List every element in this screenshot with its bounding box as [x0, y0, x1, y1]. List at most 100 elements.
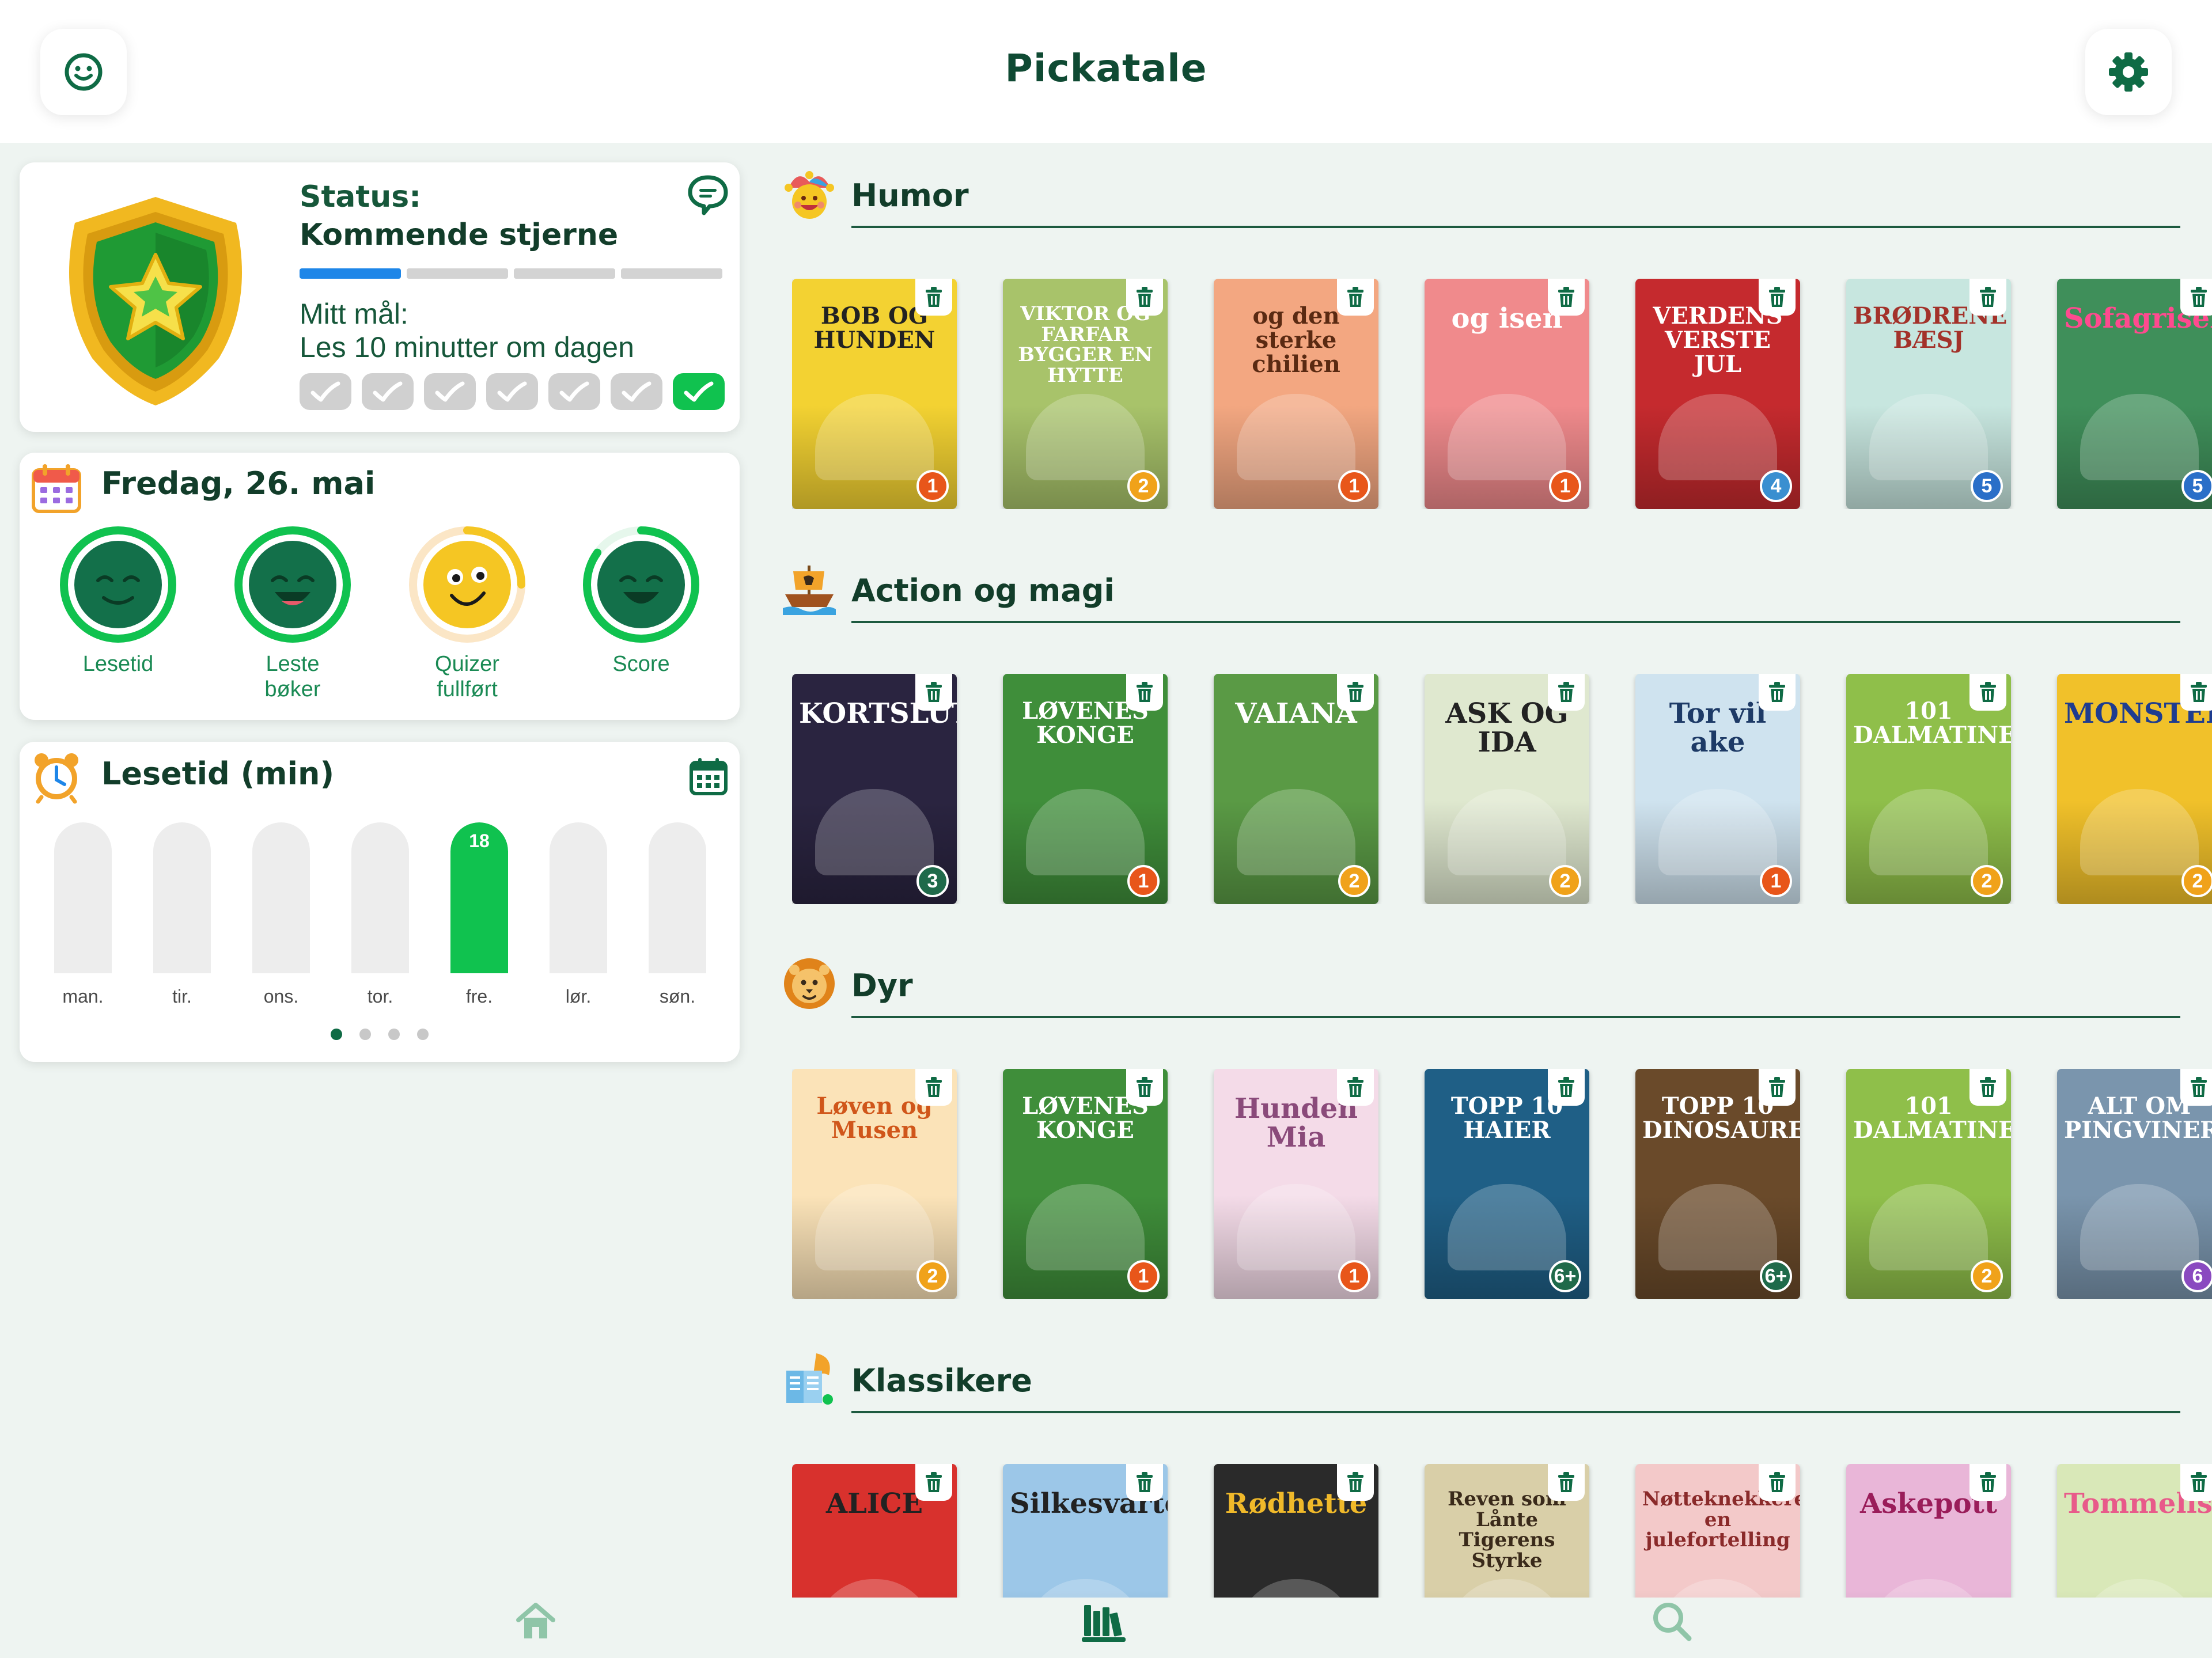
- progress-segment: [621, 268, 722, 279]
- cover-illustration: [815, 394, 934, 480]
- remove-book-button[interactable]: [1759, 674, 1796, 711]
- book-title: VIKTOR OG FARFAR BYGGER EN HYTTE: [1018, 302, 1153, 388]
- level-badge: 1: [916, 470, 949, 502]
- section-icon: [781, 165, 838, 222]
- book-cover[interactable]: TOPP 10 DINOSAURER6+: [1635, 1069, 1800, 1299]
- pagination-dot[interactable]: [359, 1029, 371, 1040]
- star-shield-badge-icon: [69, 197, 242, 405]
- remove-book-button[interactable]: [1126, 279, 1163, 316]
- day-stat-ring[interactable]: [581, 524, 702, 645]
- feedback-icon[interactable]: [687, 174, 729, 217]
- remove-book-button[interactable]: [1759, 1069, 1796, 1106]
- goal-day-check: [548, 373, 600, 410]
- bar-track: [351, 822, 409, 973]
- remove-book-button[interactable]: [915, 674, 952, 711]
- remove-book-button[interactable]: [915, 1069, 952, 1106]
- cover-illustration: [1026, 394, 1145, 480]
- cover-illustration: [2080, 394, 2199, 480]
- remove-book-button[interactable]: [2180, 279, 2212, 316]
- pagination-dot[interactable]: [388, 1029, 400, 1040]
- trash-icon: [2191, 287, 2207, 307]
- book-cover[interactable]: Hunden Mia 1: [1214, 1069, 1378, 1299]
- day-stat-label-line: fullført: [437, 677, 498, 701]
- section-title: Action og magi: [851, 572, 1115, 609]
- book-cover[interactable]: ALT OM PINGVINER 6: [2057, 1069, 2212, 1299]
- remove-book-button[interactable]: [1126, 1464, 1163, 1501]
- day-stat-ring[interactable]: [232, 524, 353, 645]
- pagination-dot[interactable]: [331, 1029, 342, 1040]
- book-cover[interactable]: 101 DALMATINERE2: [1846, 674, 2011, 904]
- section-header[interactable]: Action og magi: [781, 560, 2180, 623]
- remove-book-button[interactable]: [1969, 1464, 2006, 1501]
- remove-book-button[interactable]: [1548, 674, 1585, 711]
- remove-book-button[interactable]: [1759, 1464, 1796, 1501]
- remove-book-button[interactable]: [2180, 1069, 2212, 1106]
- settings-button[interactable]: [2085, 29, 2172, 115]
- book-cover[interactable]: VAIANA 2: [1214, 674, 1378, 904]
- cover-illustration: [815, 1184, 934, 1270]
- goal-text: Les 10 minutter om dagen: [300, 331, 634, 363]
- remove-book-button[interactable]: [1969, 1069, 2006, 1106]
- remove-book-button[interactable]: [1126, 674, 1163, 711]
- book-cover[interactable]: Tommelise: [2057, 1464, 2212, 1598]
- day-stat-ring[interactable]: [407, 524, 528, 645]
- trash-icon: [1558, 287, 1574, 307]
- book-cover[interactable]: Tor vil ake 1: [1635, 674, 1800, 904]
- remove-book-button[interactable]: [2180, 674, 2212, 711]
- remove-book-button[interactable]: [1337, 279, 1374, 316]
- remove-book-button[interactable]: [1969, 674, 2006, 711]
- nav-search[interactable]: [1643, 1592, 1700, 1650]
- book-cover[interactable]: og isen 1: [1425, 279, 1589, 509]
- app-title: Pickatale: [1005, 46, 1207, 90]
- nav-home[interactable]: [507, 1592, 565, 1650]
- book-cover[interactable]: Silkesvarten: [1003, 1464, 1168, 1598]
- book-cover[interactable]: TOPP 10 HAIER 6+: [1425, 1069, 1589, 1299]
- book-cover[interactable]: Rødhette: [1214, 1464, 1378, 1598]
- remove-book-button[interactable]: [2180, 1464, 2212, 1501]
- remove-book-button[interactable]: [1969, 279, 2006, 316]
- calendar-grid-icon[interactable]: [688, 756, 729, 797]
- remove-book-button[interactable]: [1126, 1069, 1163, 1106]
- pagination-dot[interactable]: [417, 1029, 429, 1040]
- book-cover[interactable]: KORTSLUTN3: [792, 674, 957, 904]
- remove-book-button[interactable]: [1759, 279, 1796, 316]
- remove-book-button[interactable]: [915, 1464, 952, 1501]
- level-badge: 2: [1338, 865, 1370, 897]
- remove-book-button[interactable]: [1548, 1069, 1585, 1106]
- book-cover[interactable]: LØVENES KONGE 1: [1003, 1069, 1168, 1299]
- book-cover[interactable]: 101 DALMATINERE2: [1846, 1069, 2011, 1299]
- remove-book-button[interactable]: [1548, 279, 1585, 316]
- day-label: tor.: [367, 986, 393, 1007]
- book-cover[interactable]: LØVENES KONGE 1: [1003, 674, 1168, 904]
- book-cover[interactable]: og den sterke chilien 1: [1214, 279, 1378, 509]
- remove-book-button[interactable]: [915, 279, 952, 316]
- book-cover[interactable]: Løven og Musen 2: [792, 1069, 957, 1299]
- day-stat-ring[interactable]: [58, 524, 179, 645]
- remove-book-button[interactable]: [1337, 1069, 1374, 1106]
- book-cover[interactable]: Nøtteknekkeren en julefortelling: [1635, 1464, 1800, 1598]
- remove-book-button[interactable]: [1548, 1464, 1585, 1501]
- remove-book-button[interactable]: [1337, 1464, 1374, 1501]
- book-cover[interactable]: Askepott: [1846, 1464, 2011, 1598]
- section-header[interactable]: Humor: [781, 165, 2180, 228]
- book-cover[interactable]: MONSTERBEDRI2: [2057, 674, 2212, 904]
- book-cover[interactable]: Sofagrisene5: [2057, 279, 2212, 509]
- trash-icon: [1347, 1472, 1363, 1492]
- book-cover[interactable]: ALICE: [792, 1464, 957, 1598]
- book-cover[interactable]: VERDENS VERSTE JUL 4: [1635, 279, 1800, 509]
- book-cover[interactable]: BOB OG HUNDEN 1: [792, 279, 957, 509]
- trash-icon: [1769, 1077, 1785, 1097]
- book-cover[interactable]: Reven som Lånte Tigerens Styrke: [1425, 1464, 1589, 1598]
- trash-icon: [1980, 682, 1996, 702]
- book-cover[interactable]: BRØDRENE BÆSJ 5: [1846, 279, 2011, 509]
- trash-icon: [1558, 1077, 1574, 1097]
- remove-book-button[interactable]: [1337, 674, 1374, 711]
- level-badge: 4: [1760, 470, 1792, 502]
- nav-library[interactable]: [1075, 1592, 1132, 1650]
- section-header[interactable]: Klassikere: [781, 1350, 2180, 1413]
- book-cover[interactable]: ASK OG IDA 2: [1425, 674, 1589, 904]
- section-header[interactable]: Dyr: [781, 955, 2180, 1018]
- level-badge: 1: [1760, 865, 1792, 897]
- book-cover[interactable]: VIKTOR OG FARFAR BYGGER EN HYTTE 2: [1003, 279, 1168, 509]
- check-icon: [435, 381, 465, 402]
